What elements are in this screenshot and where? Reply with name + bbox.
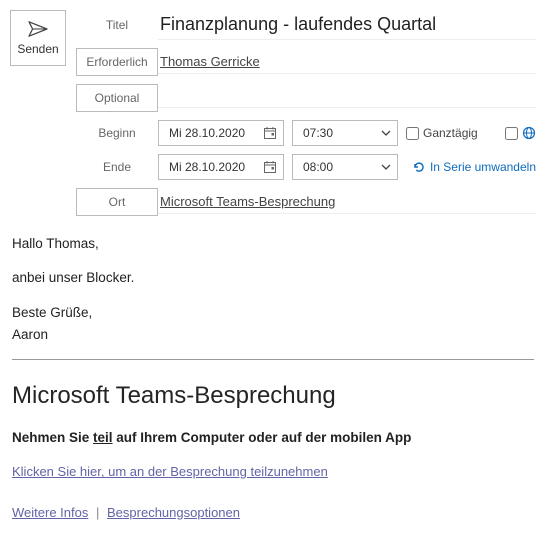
send-label: Senden [17,42,58,56]
recurrence-icon [412,160,426,174]
calendar-icon [263,126,277,140]
teams-options-link[interactable]: Besprechungsoptionen [107,505,240,520]
optional-recipients[interactable] [158,88,536,108]
chevron-down-icon [381,130,391,136]
location-input[interactable]: Microsoft Teams-Besprechung [158,190,536,214]
title-input[interactable] [158,10,536,40]
calendar-icon [263,160,277,174]
begin-row: Mi 28.10.2020 07:30 Ganztägig [158,120,536,146]
divider [12,359,534,360]
body-closing: Beste Grüße, [12,303,534,323]
begin-date-picker[interactable]: Mi 28.10.2020 [158,120,284,146]
timezone-input[interactable] [505,127,518,140]
end-time-picker[interactable]: 08:00 [292,154,398,180]
location-button[interactable]: Ort [76,188,158,216]
send-button[interactable]: Senden [10,10,66,66]
recurrence-link[interactable]: In Serie umwandeln [412,160,536,174]
end-date-value: Mi 28.10.2020 [169,160,245,174]
recurrence-label: In Serie umwandeln [430,160,536,174]
optional-button[interactable]: Optional [76,84,158,112]
teams-sub-suffix: auf Ihrem Computer oder auf der mobilen … [113,430,412,445]
label-begin: Beginn [76,126,158,140]
label-title: Titel [76,18,158,32]
allday-checkbox[interactable]: Ganztägig [406,126,478,140]
required-button[interactable]: Erforderlich [76,48,158,76]
begin-time-picker[interactable]: 07:30 [292,120,398,146]
label-end: Ende [76,160,158,174]
teams-sub-underline: teil [93,430,113,445]
body-line1: anbei unser Blocker. [12,268,534,288]
send-icon [27,20,49,38]
begin-time-value: 07:30 [303,126,333,140]
teams-sub-prefix: Nehmen Sie [12,430,93,445]
chevron-down-icon [381,164,391,170]
compose-header: Senden Titel Erforderlich Thomas Gerrick… [0,0,546,216]
message-body[interactable]: Hallo Thomas, anbei unser Blocker. Beste… [0,216,546,534]
end-time-value: 08:00 [303,160,333,174]
begin-date-value: Mi 28.10.2020 [169,126,245,140]
globe-icon [522,126,536,140]
end-row: Mi 28.10.2020 08:00 [158,154,536,180]
allday-label: Ganztägig [423,126,478,140]
body-greeting: Hallo Thomas, [12,234,534,254]
fields-grid: Titel Erforderlich Thomas Gerricke Optio… [76,10,536,216]
separator: | [96,505,99,520]
teams-subheading: Nehmen Sie teil auf Ihrem Computer oder … [12,428,534,448]
teams-footer: Weitere Infos | Besprechungsoptionen [12,503,534,523]
teams-more-info-link[interactable]: Weitere Infos [12,505,88,520]
allday-input[interactable] [406,127,419,140]
end-date-picker[interactable]: Mi 28.10.2020 [158,154,284,180]
timezone-checkbox[interactable] [505,126,536,140]
required-recipients[interactable]: Thomas Gerricke [158,50,536,74]
teams-heading: Microsoft Teams-Besprechung [12,378,534,414]
teams-join-link[interactable]: Klicken Sie hier, um an der Besprechung … [12,464,328,479]
body-signature: Aaron [12,325,534,345]
